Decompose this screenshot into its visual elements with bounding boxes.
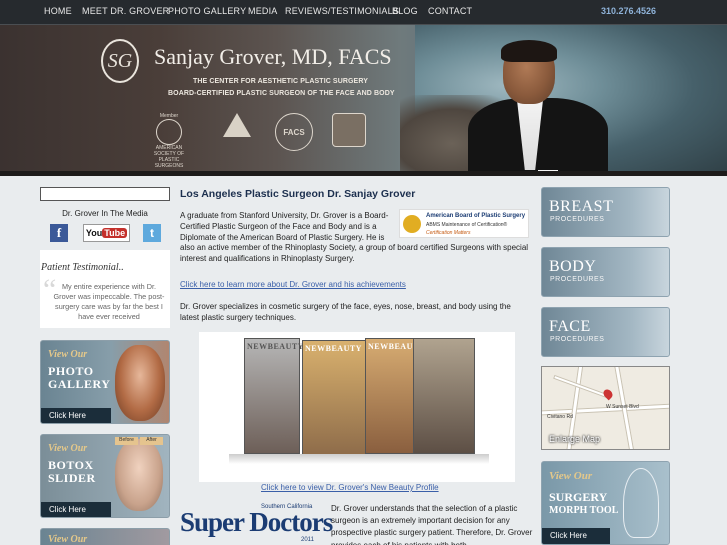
photo-gallery-promo[interactable]: View Our PHOTO GALLERY Click Here bbox=[40, 340, 170, 424]
magazine-cover: NEWBEAUTY bbox=[302, 340, 372, 456]
promo-view-label: View Our bbox=[48, 443, 88, 454]
newbeauty-profile-link[interactable]: Click here to view Dr. Grover's New Beau… bbox=[261, 483, 439, 492]
body-silhouette-icon bbox=[623, 468, 659, 538]
procedure-sub: PROCEDURES bbox=[550, 336, 605, 343]
facebook-icon[interactable]: f bbox=[50, 224, 68, 242]
super-doctors-year: 2011 bbox=[301, 537, 314, 543]
search-input[interactable] bbox=[40, 187, 170, 201]
logo-text: SG bbox=[107, 49, 133, 72]
phone-number[interactable]: 310.276.4526 bbox=[601, 6, 656, 16]
youtube-you: You bbox=[85, 228, 103, 238]
enlarge-map-label[interactable]: Enlarge Map bbox=[549, 434, 600, 444]
magazine-title: NEWBEAUTY bbox=[247, 342, 304, 351]
procedure-sub: PROCEDURES bbox=[550, 216, 605, 223]
photo-gallery-click-button[interactable]: Click Here bbox=[41, 408, 111, 423]
rhinoplasty-society-badge bbox=[330, 113, 368, 157]
bottom-promo[interactable]: View Our bbox=[40, 528, 170, 545]
nav-home[interactable]: HOME bbox=[44, 6, 72, 16]
asps-badge: Member AMERICAN SOCIETY OF PLASTIC SURGE… bbox=[145, 113, 193, 169]
botox-model-image bbox=[115, 439, 163, 511]
top-nav: HOME MEET DR. GROVER PHOTO GALLERY MEDIA… bbox=[0, 0, 727, 25]
testimonial-heading: Patient Testimonial.. bbox=[41, 262, 124, 273]
doctor-name[interactable]: Sanjay Grover, MD, FACS bbox=[154, 44, 392, 70]
promo-view-label: View Our bbox=[48, 349, 88, 360]
intro-paragraph: A graduate from Stanford University, Dr.… bbox=[180, 211, 530, 265]
procedure-sub: PROCEDURES bbox=[550, 276, 605, 283]
procedure-name: FACE bbox=[549, 318, 591, 335]
promo-title-line1: SURGERY bbox=[549, 490, 608, 504]
facs-label: FACS bbox=[283, 127, 305, 137]
procedure-name: BREAST bbox=[549, 198, 614, 215]
morph-click-button[interactable]: Click Here bbox=[542, 528, 610, 544]
nav-contact[interactable]: CONTACT bbox=[428, 6, 472, 16]
gallery-model-image bbox=[115, 345, 165, 421]
float-spacer bbox=[394, 211, 530, 243]
map-street-label: W Sunset Blvd bbox=[606, 404, 639, 410]
youtube-tube: Tube bbox=[102, 228, 128, 238]
promo-view-label: View Our bbox=[48, 534, 88, 545]
body-procedures-button[interactable]: BODY PROCEDURES bbox=[541, 247, 670, 297]
after-tab: After bbox=[140, 437, 163, 445]
selection-paragraph: Dr. Grover understands that the selectio… bbox=[331, 504, 533, 545]
super-doctors-name: Super Doctors bbox=[180, 507, 333, 537]
banner-bottom-strip bbox=[0, 171, 727, 176]
map-pin-icon bbox=[601, 387, 615, 401]
magazine-stand bbox=[229, 454, 489, 464]
promo-view-label: View Our bbox=[549, 470, 593, 482]
specialty-paragraph: Dr. Grover specializes in cosmetic surge… bbox=[180, 302, 511, 322]
procedure-name: BODY bbox=[549, 258, 597, 275]
logo-mark[interactable]: SG bbox=[101, 39, 139, 83]
asps-seal-icon bbox=[156, 119, 182, 145]
doctor-portrait bbox=[460, 40, 610, 176]
map-street-label: Civitano Rd bbox=[547, 414, 573, 420]
nav-reviews[interactable]: REVIEWS/TESTIMONIALS bbox=[285, 6, 399, 16]
banner-tagline-certified: BOARD-CERTIFIED PLASTIC SURGEON OF THE F… bbox=[168, 90, 395, 97]
banner-tagline-center: THE CENTER FOR AESTHETIC PLASTIC SURGERY bbox=[193, 78, 368, 85]
portrait-hair bbox=[501, 40, 557, 62]
youtube-icon[interactable]: You Tube bbox=[83, 224, 130, 242]
newbeauty-magazines-image[interactable]: NEWBEAUTY NEWBEAUTY NEWBEAUTY bbox=[199, 332, 515, 482]
botox-slider-promo[interactable]: Before After View Our BOTOX SLIDER Click… bbox=[40, 434, 170, 518]
magazine-cover: NEWBEAUTY bbox=[244, 338, 303, 454]
learn-more-link[interactable]: Click here to learn more about Dr. Grove… bbox=[180, 280, 406, 289]
location-map[interactable]: W Sunset Blvd Civitano Rd Enlarge Map bbox=[541, 366, 670, 450]
nav-blog[interactable]: BLOG bbox=[392, 6, 418, 16]
before-after-tabs: Before After bbox=[115, 437, 163, 445]
header-banner: SG Sanjay Grover, MD, FACS THE CENTER FO… bbox=[0, 25, 727, 176]
map-road bbox=[553, 374, 611, 400]
facs-seal-icon: FACS bbox=[275, 113, 313, 151]
promo-title-line2: SLIDER bbox=[48, 471, 96, 485]
magazine-cover bbox=[413, 338, 475, 454]
page: HOME MEET DR. GROVER PHOTO GALLERY MEDIA… bbox=[0, 0, 727, 545]
surgery-morph-tool-promo[interactable]: View Our SURGERY MORPH TOOL Click Here bbox=[541, 461, 670, 545]
testimonial-box[interactable]: Patient Testimonial.. “ My entire experi… bbox=[40, 250, 170, 328]
testimonial-text: My entire experience with Dr. Grover was… bbox=[53, 282, 165, 321]
magazine-title: NEWBEAUTY bbox=[305, 344, 362, 353]
aesthetic-society-badge bbox=[205, 113, 269, 157]
asps-member-label: Member bbox=[159, 113, 179, 119]
nav-meet-dr-grover[interactable]: MEET DR. GROVER bbox=[82, 6, 169, 16]
nav-media[interactable]: MEDIA bbox=[248, 6, 278, 16]
page-title: Los Angeles Plastic Surgeon Dr. Sanjay G… bbox=[180, 188, 416, 200]
before-tab: Before bbox=[115, 437, 138, 445]
asps-label: AMERICAN SOCIETY OF PLASTIC SURGEONS bbox=[153, 145, 185, 169]
face-procedures-button[interactable]: FACE PROCEDURES bbox=[541, 307, 670, 357]
promo-title-line2: MORPH TOOL bbox=[549, 505, 619, 516]
rhinoplasty-seal-icon bbox=[332, 113, 366, 147]
botox-click-button[interactable]: Click Here bbox=[41, 502, 111, 517]
twitter-icon[interactable]: t bbox=[143, 224, 161, 242]
triangle-seal-icon bbox=[223, 113, 251, 137]
media-title: Dr. Grover In The Media bbox=[62, 209, 148, 218]
facs-badge: FACS bbox=[270, 113, 318, 157]
super-doctors-logo[interactable]: Southern California Super Doctors 2011 bbox=[179, 503, 333, 545]
breast-procedures-button[interactable]: BREAST PROCEDURES bbox=[541, 187, 670, 237]
promo-title-line2: GALLERY bbox=[48, 377, 111, 391]
nav-photo-gallery[interactable]: PHOTO GALLERY bbox=[168, 6, 246, 16]
